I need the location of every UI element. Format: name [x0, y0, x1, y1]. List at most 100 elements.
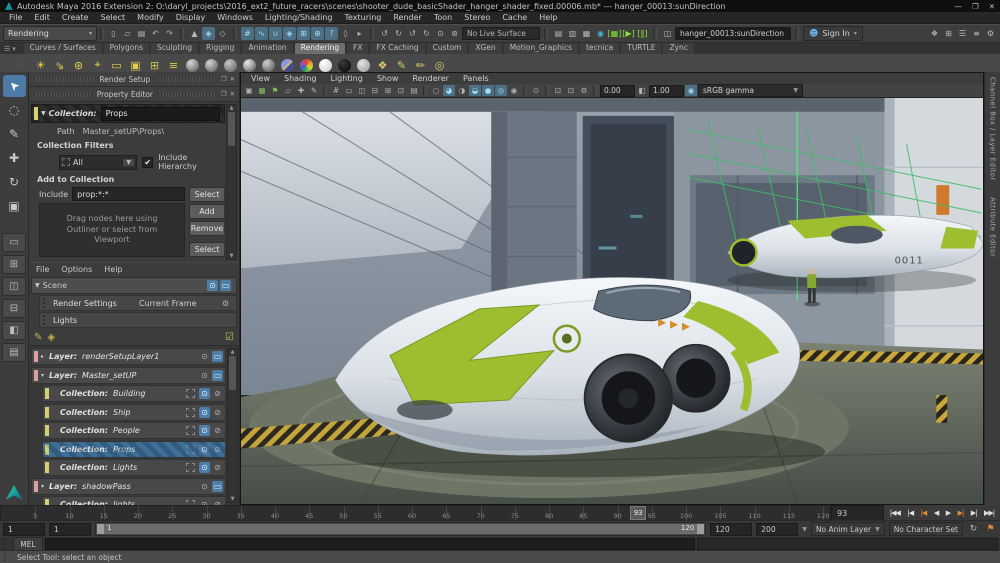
collection-row-ship[interactable]: Collection: Ship ⊙ ⊘ [42, 403, 226, 421]
current-frame-marker[interactable]: 93 [630, 506, 647, 520]
menu-toon[interactable]: Toon [428, 13, 458, 22]
shaderfx-icon[interactable] [357, 58, 370, 72]
menu-modify[interactable]: Modify [131, 13, 170, 22]
shelf-tab-sculpting[interactable]: Sculpting [151, 43, 199, 54]
select-button-2[interactable]: Select [189, 242, 225, 257]
lasso-tool[interactable]: ◌ [3, 99, 26, 121]
volume-light-icon[interactable]: ▣ [127, 57, 144, 74]
menu-render[interactable]: Render [387, 13, 427, 22]
visibility-eye-icon[interactable]: ⊙ [199, 370, 210, 381]
menu-stereo[interactable]: Stereo [458, 13, 496, 22]
directional-light-icon[interactable]: ⇘ [51, 57, 68, 74]
range-end-handle[interactable] [697, 524, 705, 534]
paint-select-tool[interactable]: ✎ [3, 123, 26, 145]
film-gate-icon[interactable]: ▭ [343, 85, 355, 96]
shelf-tab-tecnica[interactable]: tecnica [579, 43, 620, 54]
view-transform-dropdown[interactable]: sRGB gamma ▼ [698, 84, 803, 97]
safe-title-icon[interactable]: ▤ [408, 85, 420, 96]
exposure-field[interactable]: 0.00 [600, 84, 635, 97]
close-button[interactable]: ✕ [989, 2, 995, 11]
gate-mask-icon[interactable]: ⊟ [369, 85, 381, 96]
shelf-tab-fx-caching[interactable]: FX Caching [370, 43, 425, 54]
anisotropic-material-icon[interactable] [186, 58, 199, 72]
xray-icon[interactable]: ⊡ [552, 85, 564, 96]
undo-icon[interactable]: ↶ [149, 27, 162, 40]
safe-action-icon[interactable]: ⊡ [395, 85, 407, 96]
layer-row-rendersetuplayer1[interactable]: ▸ Layer: renderSetupLayer1 ⊙ ▭ [31, 348, 226, 365]
file-save-icon[interactable]: ▤ [135, 27, 148, 40]
blinn-material-icon[interactable] [205, 58, 218, 72]
collection-header[interactable]: ▼ Collection: Props [31, 104, 225, 123]
shelf-menu-icon[interactable]: ☰ [4, 45, 10, 53]
menu-edit[interactable]: Edit [28, 13, 56, 22]
field-chart-icon[interactable]: ⊞ [382, 85, 394, 96]
area-light-icon[interactable]: ▭ [108, 57, 125, 74]
render-settings-icon[interactable]: ◉ [594, 27, 607, 40]
disable-icon[interactable]: ⊘ [212, 462, 223, 473]
range-slider-bar[interactable] [97, 524, 705, 534]
viewport-canvas[interactable]: 0011 [241, 98, 983, 504]
drag-grip[interactable] [34, 91, 92, 97]
ipr-shelf-icon[interactable]: ◎ [431, 57, 448, 74]
disable-icon[interactable]: ⊘ [212, 444, 223, 455]
humanik-icon[interactable]: ⊞ [942, 27, 955, 40]
shaded-icon[interactable]: ◕ [443, 85, 455, 96]
shelf-tab-rigging[interactable]: Rigging [200, 43, 241, 54]
range-start-handle[interactable] [97, 524, 104, 534]
play-backwards-button[interactable]: ◀ [934, 509, 939, 517]
layer-editor-menu-options[interactable]: Options [61, 265, 92, 274]
disable-icon[interactable]: ⊘ [212, 425, 223, 436]
isolate-select-icon[interactable] [186, 407, 195, 417]
disable-icon[interactable]: ⊘ [212, 388, 223, 399]
wireframe-icon[interactable]: ○ [430, 85, 442, 96]
shelf-tab-motion-graphics[interactable]: Motion_Graphics [503, 43, 578, 54]
shadows-icon[interactable]: ● [482, 85, 494, 96]
property-editor-header[interactable]: Property Editor ❐ ✕ [29, 87, 239, 102]
lock-selection-icon[interactable]: ◊ [339, 27, 352, 40]
layout-two-side[interactable]: ◫ [2, 277, 26, 296]
motion-blur-icon[interactable]: ◉ [508, 85, 520, 96]
dock-tab-attribute-editor[interactable]: Attribute Editor [989, 197, 997, 257]
select-tool[interactable]: ➤ [2, 75, 26, 97]
float-panel-icon[interactable]: ❐ [221, 75, 227, 83]
use-background-icon[interactable] [338, 58, 351, 72]
ramp-shader-icon[interactable] [300, 58, 313, 72]
gear-icon[interactable]: ⚙ [220, 298, 231, 309]
shelf-tab-animation[interactable]: Animation [242, 43, 293, 54]
perspective-viewport[interactable]: View Shading Lighting Show Renderer Panels ▣ ▦… [240, 72, 984, 505]
scrollbar-thumb[interactable] [229, 356, 236, 390]
ocean-shader-icon[interactable] [281, 58, 294, 72]
render-frame-icon[interactable]: ▤ [552, 27, 565, 40]
scrollbar-thumb[interactable] [228, 112, 235, 146]
create-layer-icon[interactable]: ✎ [34, 332, 42, 343]
visibility-eye-icon[interactable]: ⊙ [199, 388, 210, 399]
ao-icon[interactable]: ◎ [495, 85, 507, 96]
symmetry-icon[interactable]: ⊛ [448, 27, 461, 40]
input-connections-icon[interactable]: ↺ [378, 27, 391, 40]
live-surface-ring-icon[interactable]: ⊙ [434, 27, 447, 40]
collection-row-lights[interactable]: Collection: Lights ⊙ ⊘ [42, 459, 226, 476]
isolate-select-icon[interactable] [186, 389, 195, 398]
light-set-icon[interactable]: ≡ [165, 57, 182, 74]
renderable-monitor-icon[interactable]: ▭ [212, 480, 223, 492]
channel-box-icon[interactable]: ⚙ [984, 27, 997, 40]
shelf-tab-turtle[interactable]: TURTLE [621, 43, 662, 54]
menu-set-selector[interactable]: Rendering ▾ [3, 26, 97, 41]
hypershade-icon[interactable]: ❖ [374, 57, 391, 74]
menu-file[interactable]: File [3, 13, 28, 22]
drag-grip[interactable] [155, 76, 216, 82]
render-layers-icon[interactable]: [‖] [636, 27, 649, 40]
history-toggle-icon[interactable]: ↻ [420, 27, 433, 40]
close-panel-icon[interactable]: ✕ [230, 90, 235, 98]
visibility-eye-icon[interactable]: ⊙ [199, 481, 210, 492]
viewport-menu-shading[interactable]: Shading [277, 74, 324, 83]
playback-end-field[interactable]: 120 [710, 522, 753, 536]
shelf-tab-zync[interactable]: Zync [663, 43, 694, 54]
expand-arrow-icon[interactable]: ▸ [41, 353, 49, 360]
construction-history-icon[interactable]: ↺ [406, 27, 419, 40]
expand-arrow-icon[interactable]: ▾ [41, 483, 49, 490]
step-forward-frame-button[interactable]: ▶| [971, 509, 978, 517]
point-light-icon[interactable]: ⊛ [70, 57, 87, 74]
drag-grip[interactable] [43, 298, 49, 308]
layout-four-pane[interactable]: ⊞ [2, 255, 26, 274]
